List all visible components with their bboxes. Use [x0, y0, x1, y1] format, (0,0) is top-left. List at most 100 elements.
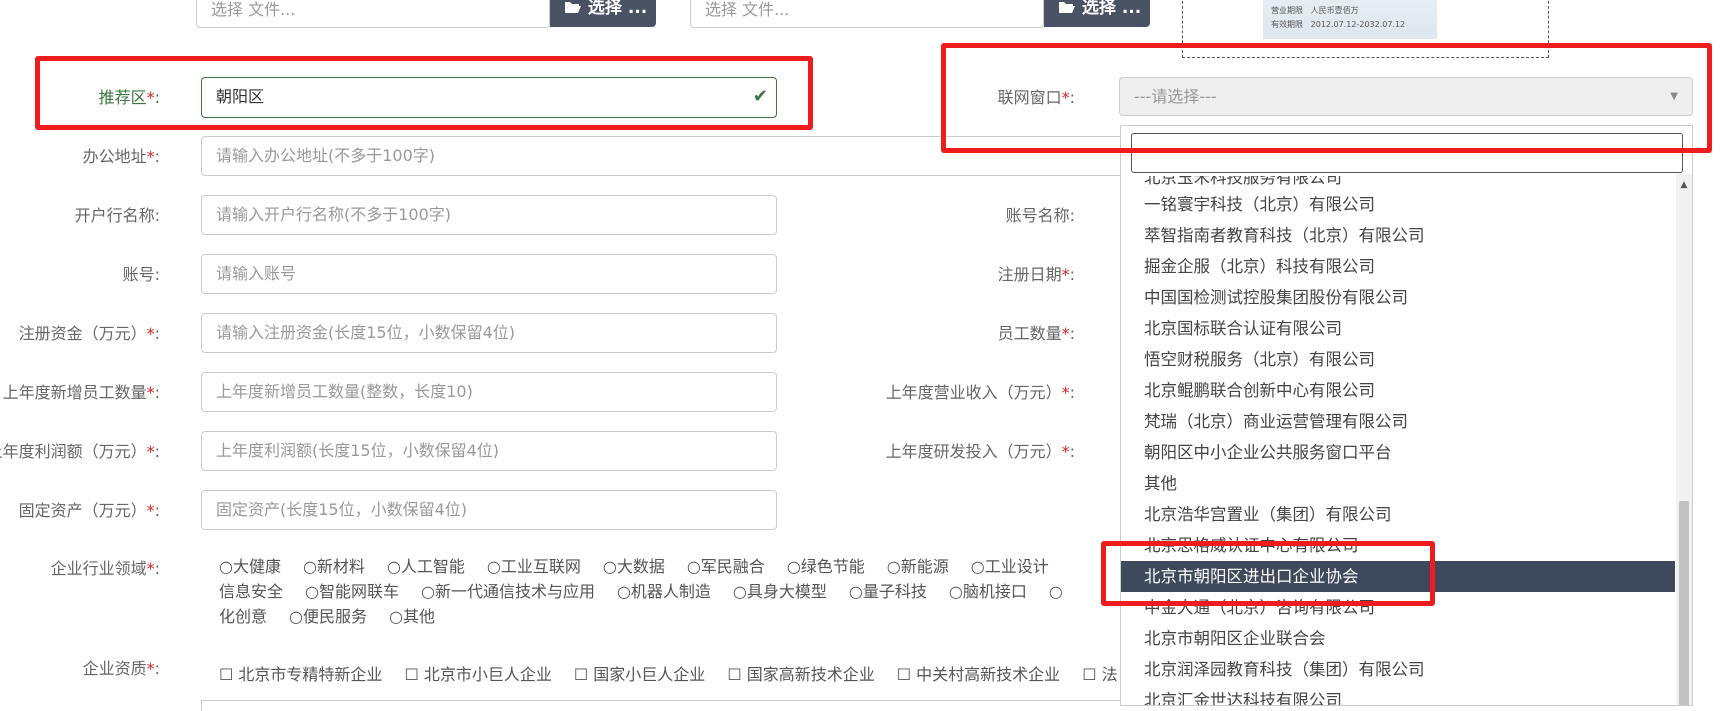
industry-option[interactable]: 信息安全 — [219, 582, 283, 601]
industry-label: 企业行业领域*: — [50, 559, 160, 578]
industry-option[interactable]: ○绿色节能 — [787, 557, 865, 576]
bank-name-input[interactable]: 请输入开户行名称(不多于100字) — [201, 195, 777, 235]
dropdown-option-label: 掘金企服（北京）科技有限公司 — [1144, 257, 1375, 276]
industry-option[interactable]: ○工业互联网 — [487, 557, 581, 576]
field-label-text: 办公地址 — [82, 147, 147, 166]
industry-option[interactable]: 化创意 — [219, 607, 267, 626]
folder-open-icon — [1058, 0, 1082, 18]
dropdown-option[interactable]: 北京国标联合认证有限公司 — [1121, 313, 1675, 344]
field-label-text: 账号: — [122, 265, 160, 284]
right-field-label-text: 上年度营业收入（万元） — [885, 383, 1062, 402]
license-line2-label: 有效期限 — [1271, 20, 1303, 29]
field-label: 办公地址*: — [82, 147, 160, 166]
right-field-label: 账号名称: — [860, 206, 1075, 226]
dropdown-option-label: 北京润泽园教育科技（集团）有限公司 — [1144, 660, 1425, 679]
industry-option[interactable]: ○大数据 — [603, 557, 665, 576]
bank-name-placeholder: 请输入开户行名称(不多于100字) — [216, 205, 452, 224]
license-line1-value: 人民币壹佰万 — [1310, 6, 1359, 15]
industry-option[interactable]: ○新一代通信技术与应用 — [421, 582, 595, 601]
registered-capital-input[interactable]: 请输入注册资金(长度15位，小数保留4位) — [201, 313, 777, 353]
dropdown-option[interactable]: 北京鲲鹏联合创新中心有限公司 — [1121, 375, 1675, 406]
dropdown-option-label: 北京汇金世达科技有限公司 — [1144, 691, 1342, 706]
field-label-text: 上年度利润额（万元） — [0, 442, 147, 461]
license-line1-label: 营业期限 — [1271, 6, 1303, 15]
industry-option[interactable]: ○量子科技 — [849, 582, 927, 601]
scroll-up-arrow-icon[interactable]: ▲ — [1678, 180, 1690, 190]
dropdown-option-label: 悟空财税服务（北京）有限公司 — [1144, 350, 1375, 369]
right-field-label-text: 注册日期 — [997, 265, 1062, 284]
qualification-option[interactable]: ☐ 法 — [1082, 665, 1117, 684]
industry-option[interactable]: ○人工智能 — [387, 557, 465, 576]
industry-option[interactable]: ○其他 — [389, 607, 435, 626]
field-label-text: 注册资金（万元） — [18, 324, 147, 343]
right-field-label-text: 员工数量 — [997, 324, 1062, 343]
industry-option[interactable]: ○具身大模型 — [733, 582, 827, 601]
dropdown-option[interactable]: 一铭寰宇科技（北京）有限公司 — [1121, 189, 1675, 220]
right-field-label: 注册日期*: — [997, 265, 1075, 284]
qualification-option[interactable]: ☐ 国家小巨人企业 — [574, 665, 705, 684]
dropdown-option[interactable]: 萃智指南者教育科技（北京）有限公司 — [1121, 220, 1675, 251]
profit-input[interactable]: 上年度利润额(长度15位，小数保留4位) — [201, 431, 777, 471]
field-label: 固定资产（万元）*: — [18, 501, 160, 520]
dropdown-option-label: 北京鲲鹏联合创新中心有限公司 — [1144, 381, 1375, 400]
field-label: 注册资金（万元）*: — [18, 324, 160, 343]
field-label: 账号: — [0, 265, 160, 285]
new-employees-input[interactable]: 上年度新增员工数量(整数，长度10) — [201, 372, 777, 412]
industry-option[interactable]: ○ — [1049, 582, 1063, 601]
dropdown-option-label: 朝阳区中小企业公共服务窗口平台 — [1144, 443, 1392, 462]
field-label: 上年度利润额（万元）*: — [0, 442, 160, 462]
industry-option[interactable]: ○智能网联车 — [305, 582, 399, 601]
dropdown-option[interactable]: 北京市朝阳区企业联合会 — [1121, 623, 1675, 654]
industry-option[interactable]: ○机器人制造 — [617, 582, 711, 601]
file-input-2[interactable]: 选择 文件... — [690, 0, 1044, 28]
dropdown-option-label: 北京浩华宫置业（集团）有限公司 — [1144, 505, 1392, 524]
industry-label-text: 企业行业领域 — [50, 559, 147, 578]
dropdown-option[interactable]: 悟空财税服务（北京）有限公司 — [1121, 344, 1675, 375]
file-browse-button-2[interactable]: 选择 ... — [1044, 0, 1150, 27]
window-dropdown[interactable]: ▲ 北京玉禾科技服务有限公司 一铭寰宇科技（北京）有限公司 萃智指南者教育科技（… — [1120, 125, 1693, 706]
dropdown-option[interactable]: 北京浩华宫置业（集团）有限公司 — [1121, 499, 1675, 530]
dropdown-option-label: 中国国检测试控股集团股份有限公司 — [1144, 288, 1408, 307]
dropdown-option[interactable]: 北京汇金世达科技有限公司 — [1121, 685, 1675, 706]
office-address-placeholder: 请输入办公地址(不多于100字) — [216, 146, 436, 165]
right-field-label: 上年度营业收入（万元）*: — [885, 383, 1075, 402]
industry-option[interactable]: ○新能源 — [887, 557, 949, 576]
file-browse-button-1[interactable]: 选择 ... — [550, 0, 656, 27]
qualification-option[interactable]: ☐ 北京市专精特新企业 — [219, 665, 382, 684]
new-employees-placeholder: 上年度新增员工数量(整数，长度10) — [216, 382, 473, 401]
dropdown-option[interactable]: 朝阳区中小企业公共服务窗口平台 — [1121, 437, 1675, 468]
highlight-recommend — [35, 56, 813, 130]
right-field-label-text: 上年度研发投入（万元） — [885, 442, 1062, 461]
file-browse-button-1-label: 选择 ... — [587, 0, 648, 18]
right-field-label: 上年度研发投入（万元）*: — [885, 442, 1075, 461]
qualification-option[interactable]: ☐ 国家高新技术企业 — [727, 665, 874, 684]
dropdown-option-label: 梵瑞（北京）商业运营管理有限公司 — [1144, 412, 1408, 431]
industry-option[interactable]: ○军民融合 — [687, 557, 765, 576]
industry-option[interactable]: ○工业设计 — [971, 557, 1049, 576]
dropdown-option[interactable]: 中国国检测试控股集团股份有限公司 — [1121, 282, 1675, 313]
fixed-assets-input[interactable]: 固定资产(长度15位，小数保留4位) — [201, 490, 777, 530]
qualification-option[interactable]: ☐ 北京市小巨人企业 — [404, 665, 551, 684]
dropdown-option[interactable]: 北京润泽园教育科技（集团）有限公司 — [1121, 654, 1675, 685]
account-placeholder: 请输入账号 — [216, 264, 297, 283]
dropdown-scroll-thumb[interactable] — [1679, 501, 1689, 705]
highlight-selected-option — [1101, 541, 1435, 606]
file-input-1-placeholder: 选择 文件... — [211, 0, 296, 19]
qualification-option[interactable]: ☐ 中关村高新技术企业 — [897, 665, 1060, 684]
industry-option[interactable]: ○便民服务 — [289, 607, 367, 626]
file-input-1[interactable]: 选择 文件... — [196, 0, 550, 28]
right-field-label: 员工数量*: — [997, 324, 1075, 343]
dropdown-option[interactable]: 掘金企服（北京）科技有限公司 — [1121, 251, 1675, 282]
file-browse-button-2-label: 选择 ... — [1081, 0, 1142, 18]
dropdown-option-label: 北京市朝阳区企业联合会 — [1144, 629, 1326, 648]
industry-option[interactable]: ○大健康 — [219, 557, 281, 576]
field-label-text: 上年度新增员工数量 — [2, 383, 147, 402]
dropdown-option[interactable]: 梵瑞（北京）商业运营管理有限公司 — [1121, 406, 1675, 437]
account-input[interactable]: 请输入账号 — [201, 254, 777, 294]
industry-option[interactable]: ○脑机接口 — [949, 582, 1027, 601]
dropdown-option[interactable]: 其他 — [1121, 468, 1675, 499]
field-label-text: 固定资产（万元） — [18, 501, 147, 520]
fixed-assets-placeholder: 固定资产(长度15位，小数保留4位) — [216, 500, 468, 519]
license-line2-value: 2012.07.12-2032.07.12 — [1310, 20, 1406, 29]
industry-option[interactable]: ○新材料 — [303, 557, 365, 576]
